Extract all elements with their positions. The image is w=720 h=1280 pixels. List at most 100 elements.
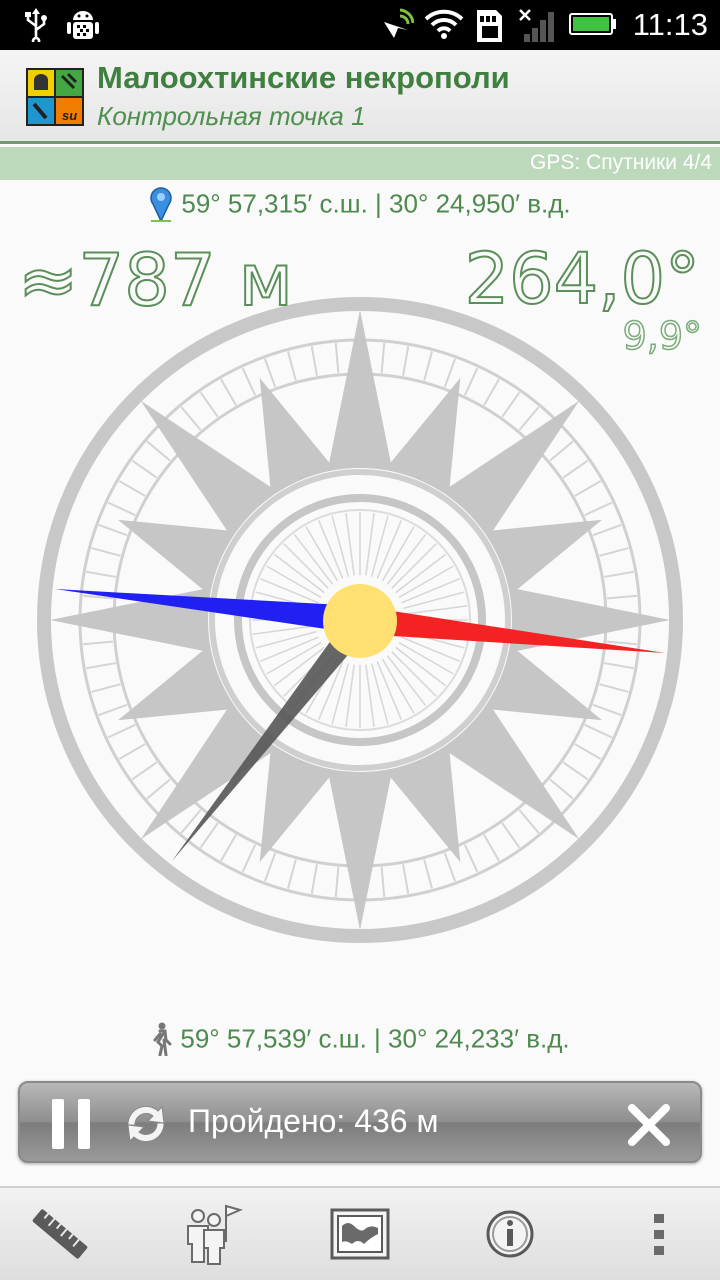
rose-tick (220, 378, 237, 406)
rose-tick (118, 480, 146, 497)
rose-tick (599, 547, 629, 557)
clock: 11:13 (632, 7, 708, 42)
current-coords-text: 59° 57,539′ с.ш. | 30° 24,233′ в.д. (180, 1023, 570, 1054)
rose-tick (107, 723, 136, 739)
rose-tick (131, 459, 158, 479)
rose-tick (604, 570, 634, 578)
rose-tick (334, 866, 340, 898)
rose-tick (562, 459, 589, 479)
pause-button[interactable] (52, 1099, 92, 1149)
rose-tick (574, 743, 602, 760)
rose-tick (562, 761, 589, 781)
rose-tick (91, 683, 121, 693)
rose-tick (402, 346, 410, 376)
gps-active-icon (384, 8, 414, 38)
status-bar: 11:13 (0, 0, 720, 50)
rose-tick (483, 834, 500, 862)
map-pin-icon (150, 187, 173, 222)
debug-icon (67, 11, 99, 39)
rose-tick (423, 859, 433, 889)
rose-tick (518, 406, 540, 431)
rose-tick (501, 391, 521, 418)
distance-readout: ≈787 м (17, 237, 294, 323)
rose-tick (592, 523, 622, 537)
gps-status: GPS: Спутники 4/4 (530, 151, 712, 174)
info-icon[interactable] (478, 1202, 542, 1266)
target-coordinates: 59° 57,315′ с.ш. | 30° 24,950′ в.д. (0, 186, 720, 226)
rose-tick (86, 662, 116, 670)
rose-tick (86, 570, 116, 578)
rose-tick (606, 594, 638, 600)
bearing-readout: 264,0° (464, 237, 701, 321)
svg-text:su: su (62, 108, 77, 123)
rose-tick (501, 822, 521, 849)
rose-tick (98, 703, 128, 717)
rose-tick (98, 523, 128, 537)
rose-tick (82, 640, 114, 646)
battery-icon (569, 13, 616, 35)
compass-hub (323, 584, 397, 658)
more-icon[interactable] (628, 1202, 692, 1266)
current-coordinates: 59° 57,539′ с.ш. | 30° 24,233′ в.д. (0, 1022, 720, 1062)
rose-tick (146, 778, 171, 800)
rose-tick (310, 346, 318, 376)
ruler-icon[interactable] (28, 1202, 92, 1266)
trip-panel: Пройдено: 436 м (18, 1081, 702, 1163)
rose-tick (574, 480, 602, 497)
reset-trip-button[interactable] (118, 1095, 174, 1153)
rose-tick (199, 391, 219, 418)
rose-tick (131, 761, 158, 781)
rose-tick (549, 440, 574, 462)
rose-tick (180, 406, 202, 431)
rose-tick (443, 852, 457, 882)
close-icon[interactable] (624, 1100, 674, 1150)
trip-distance-label: Пройдено: 436 м (188, 1103, 439, 1139)
rose-tick (518, 809, 540, 834)
walker-icon (153, 1022, 172, 1057)
geocaching-su-logo: su (26, 68, 84, 126)
rose-tick (220, 834, 237, 862)
rose-tick (334, 342, 340, 374)
page-title: Малоохтинские некрополи (97, 60, 510, 95)
rose-tick (199, 822, 219, 849)
rose-tick (310, 864, 318, 894)
usb-icon (25, 8, 47, 42)
rose-tick (402, 864, 410, 894)
rose-tick (380, 342, 386, 374)
people-flag-icon[interactable] (180, 1202, 244, 1266)
rose-tick (599, 683, 629, 693)
signal-icon (519, 9, 554, 42)
rose-tick (463, 844, 479, 873)
target-coords-text: 59° 57,315′ с.ш. | 30° 24,950′ в.д. (181, 188, 571, 219)
rose-tick (241, 367, 257, 396)
rose-tick (443, 358, 457, 388)
rose-tick (380, 866, 386, 898)
wifi-icon (424, 9, 464, 39)
rose-tick (263, 852, 277, 882)
rose-tick (241, 844, 257, 873)
page-subtitle: Контрольная точка 1 (97, 101, 366, 131)
map-icon[interactable] (328, 1202, 392, 1266)
rose-tick (606, 640, 638, 646)
rose-tick (584, 501, 613, 517)
rose-tick (423, 351, 433, 381)
rose-tick (263, 358, 277, 388)
rose-tick (549, 778, 574, 800)
rose-tick (146, 440, 171, 462)
compass[interactable] (0, 288, 720, 968)
rose-tick (287, 351, 297, 381)
rose-tick (604, 662, 634, 670)
rose-tick (584, 723, 613, 739)
title-bar: su Малоохтинские некрополи Контрольная т… (0, 50, 720, 144)
rose-tick (118, 743, 146, 760)
rose-tick (463, 367, 479, 396)
bottom-toolbar (0, 1186, 720, 1280)
rose-tick (107, 501, 136, 517)
gps-status-bar: GPS: Спутники 4/4 (0, 147, 720, 180)
sd-card-icon (477, 10, 502, 42)
rose-tick (287, 859, 297, 889)
rose-tick (483, 378, 500, 406)
rose-tick (91, 547, 121, 557)
rose-tick (592, 703, 622, 717)
accuracy-readout: 9,9° (622, 313, 703, 359)
